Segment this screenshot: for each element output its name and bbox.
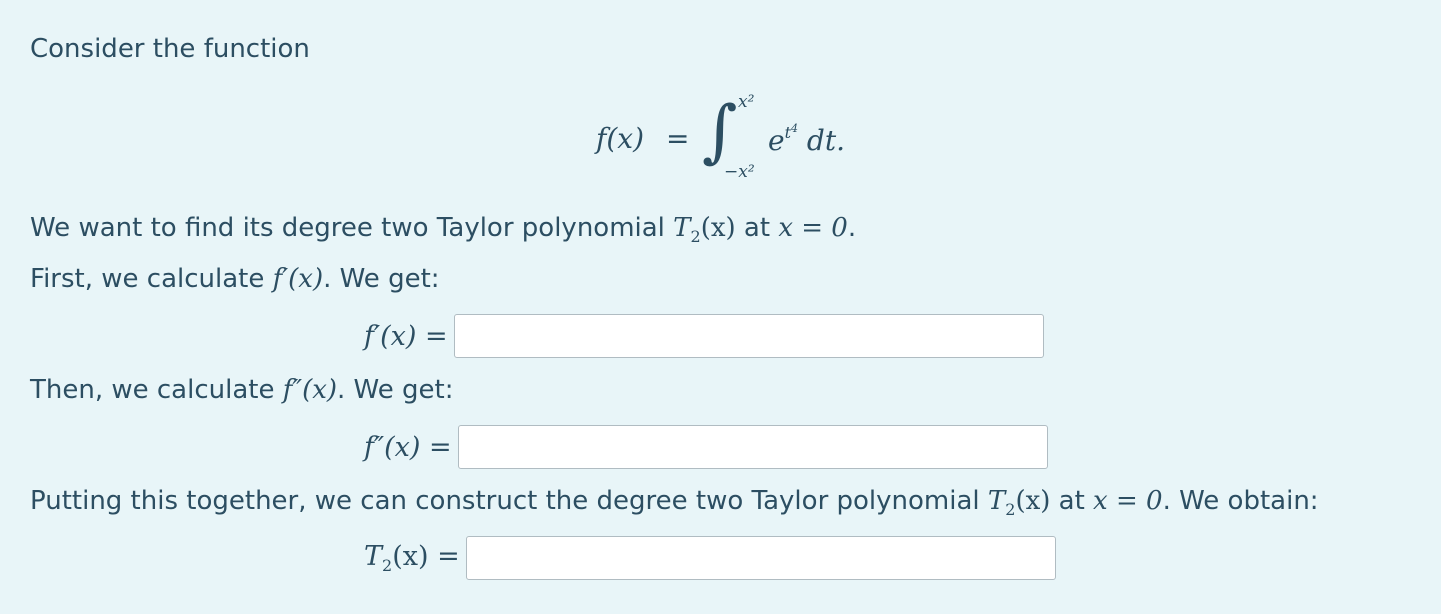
fdouble-symbol: f″(x): [282, 375, 338, 405]
answer3-label: T2(x) =: [364, 541, 460, 575]
taylor-polynomial-input[interactable]: [465, 536, 1056, 580]
step2-sentence: Then, we calculate f″(x). We get:: [30, 375, 453, 405]
integral-upper-limit: x²: [738, 92, 755, 112]
step3-suffix: . We obtain:: [1162, 486, 1319, 516]
step3-point: x = 0: [1093, 486, 1163, 516]
function-definition: f(x) = ∫ x² −x² et4 dt.: [596, 92, 896, 188]
intro-text: Consider the function: [30, 34, 310, 64]
answer2-row: f″(x) =: [364, 423, 1048, 471]
answer1-row: f′(x) =: [364, 312, 1044, 360]
step1-text: First, we calculate: [30, 264, 273, 294]
answer3-subscript: 2: [382, 556, 393, 575]
fprime-symbol: f′(x): [272, 264, 324, 294]
taylor-symbol: T2(x): [673, 213, 736, 246]
answer3-rest: (x) =: [392, 541, 460, 572]
taylor-subscript: 2: [690, 227, 701, 246]
intro-label: Consider the function: [30, 34, 310, 64]
fdouble-input[interactable]: [457, 425, 1048, 469]
function-equals: =: [666, 122, 690, 155]
integrand-exponent: t4: [785, 122, 799, 142]
step2-text: Then, we calculate: [30, 375, 283, 405]
step3-sentence: Putting this together, we can construct …: [30, 486, 1319, 519]
taylor-T-2: T: [987, 486, 1006, 516]
integral-sign: ∫: [702, 92, 738, 171]
answer3-T: T: [364, 541, 383, 572]
integrand: et4 dt.: [768, 122, 845, 157]
step2-suffix: . We get:: [337, 375, 454, 405]
goal-text: We want to find its degree two Taylor po…: [30, 213, 674, 243]
taylor-symbol-2: T2(x): [987, 486, 1051, 519]
goal-sentence: We want to find its degree two Taylor po…: [30, 213, 856, 246]
taylor-T: T: [673, 213, 691, 243]
taylor-arg: (x): [700, 213, 736, 243]
step3-at: at: [1050, 486, 1094, 516]
step3-text: Putting this together, we can construct …: [30, 486, 988, 516]
answer3-row: T2(x) =: [364, 534, 1056, 582]
fprime-input[interactable]: [453, 314, 1044, 358]
integrand-differential: dt.: [798, 124, 845, 157]
goal-at: at: [735, 213, 779, 243]
answer2-label: f″(x) =: [364, 431, 452, 463]
taylor-subscript-2: 2: [1005, 500, 1016, 519]
goal-period: .: [847, 213, 857, 243]
integrand-exponent-power: 4: [791, 122, 799, 135]
step1-suffix: . We get:: [323, 264, 440, 294]
taylor-arg-2: (x): [1015, 486, 1051, 516]
goal-point: x = 0: [778, 213, 848, 243]
integrand-base: e: [768, 124, 785, 157]
answer1-label: f′(x) =: [364, 320, 448, 352]
function-lhs: f(x): [596, 122, 645, 155]
integral-lower-limit: −x²: [724, 162, 755, 182]
step1-sentence: First, we calculate f′(x). We get:: [30, 264, 440, 294]
